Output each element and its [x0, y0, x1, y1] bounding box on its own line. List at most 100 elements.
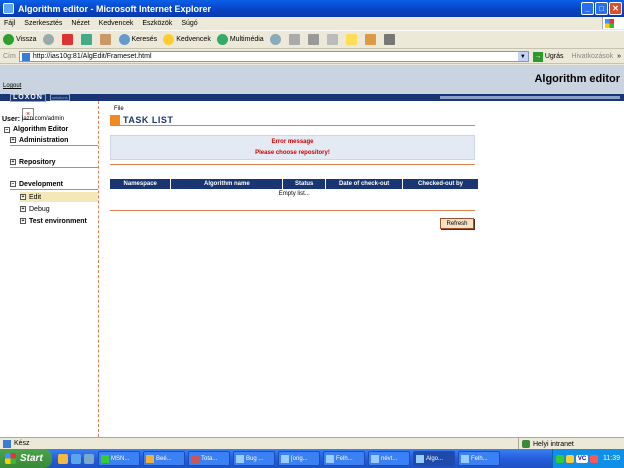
ie-icon	[371, 454, 379, 463]
taskbar-item-active[interactable]: Algo...	[413, 451, 455, 466]
taskbar-item[interactable]: Felh...	[323, 451, 365, 466]
taskbar-item[interactable]: Felh...	[458, 451, 500, 466]
sidebar-item-development[interactable]: − Development	[10, 179, 98, 190]
print-icon	[307, 34, 319, 45]
ie-quicklaunch-icon[interactable]	[71, 453, 81, 464]
plus-icon[interactable]: +	[20, 194, 26, 200]
page-status-icon	[3, 439, 11, 448]
folder-button[interactable]	[345, 34, 359, 45]
menu-tools[interactable]: Eszközök	[142, 20, 172, 27]
ie-icon	[281, 454, 289, 463]
taskbar-item[interactable]: Beé...	[143, 451, 185, 466]
page-icon	[21, 52, 30, 61]
msn-icon	[101, 454, 109, 463]
links-button[interactable]: Hivatkozások	[572, 53, 614, 60]
clock[interactable]: 11:39	[603, 455, 620, 462]
plus-icon[interactable]: +	[20, 218, 26, 224]
menu-favorites[interactable]: Kedvencek	[99, 20, 134, 27]
main-panel: File TASK LIST Error message Please choo…	[110, 101, 480, 437]
address-url: http://ias10g:81/AlgEdit/Frameset.html	[32, 53, 152, 60]
minus-icon[interactable]: −	[10, 181, 16, 187]
error-box: Error message Please choose repository!	[110, 135, 475, 160]
sidebar-item-administration[interactable]: + Administration	[10, 135, 98, 146]
mail-button[interactable]	[288, 34, 302, 45]
sidebar-item-test-environment[interactable]: + Test environment	[20, 216, 98, 226]
section-heading: TASK LIST	[110, 115, 475, 126]
page-content: Logout Algorithm editor LOXON solutions …	[0, 65, 624, 437]
chevron-down-icon[interactable]: ▼	[517, 52, 528, 61]
start-button[interactable]: Start	[0, 449, 52, 468]
tray-icon[interactable]	[566, 454, 574, 463]
address-label: Cím	[3, 53, 16, 60]
minimize-button[interactable]: _	[581, 2, 594, 15]
discuss-button[interactable]	[364, 34, 378, 45]
discuss-icon	[364, 34, 376, 45]
user-value: jazn.com/admin	[22, 116, 65, 122]
chevron-right-icon[interactable]: »	[617, 53, 621, 60]
plus-icon[interactable]: +	[20, 206, 26, 212]
brand-bar: LOXON solutions	[0, 93, 624, 102]
go-button[interactable]: → Ugrás	[532, 51, 564, 62]
taskbar-item[interactable]: Bug ...	[233, 451, 275, 466]
minus-icon[interactable]: −	[4, 126, 10, 133]
taskbar-item[interactable]: Tota...	[188, 451, 230, 466]
column-checked-out-by[interactable]: Checked-out by	[402, 179, 479, 189]
back-button[interactable]: Vissza	[3, 34, 37, 45]
page-title: TASK LIST	[123, 115, 174, 125]
tree-root[interactable]: − Algorithm Editor	[4, 126, 68, 133]
app-header: Logout Algorithm editor	[0, 65, 624, 94]
search-button[interactable]: Keresés	[118, 34, 157, 45]
file-menu[interactable]: File	[114, 106, 124, 112]
column-algorithm-name[interactable]: Algorithm name	[170, 179, 284, 189]
refresh-page-button[interactable]	[80, 34, 94, 45]
sidebar: × User: jazn.com/admin − Algorithm Edito…	[0, 101, 99, 437]
messenger-button[interactable]	[383, 34, 397, 45]
stop-button[interactable]	[61, 34, 75, 45]
forward-button[interactable]	[42, 34, 56, 45]
media-button[interactable]: Multimédia	[216, 34, 264, 45]
logout-link[interactable]: Logout	[3, 83, 21, 89]
tray-icon[interactable]	[556, 454, 564, 463]
menu-help[interactable]: Súgó	[181, 20, 197, 27]
app-icon	[191, 454, 199, 463]
quicklaunch-icon[interactable]	[58, 453, 68, 464]
taskbar-item[interactable]: névt...	[368, 451, 410, 466]
column-checkout-date[interactable]: Date of check-out	[325, 179, 404, 189]
close-button[interactable]: ✕	[609, 2, 622, 15]
refresh-button[interactable]: Refresh	[440, 218, 474, 229]
menu-edit[interactable]: Szerkesztés	[24, 20, 62, 27]
desktop-icon[interactable]	[84, 453, 94, 464]
taskbar: Start MSN... Beé... Tota... Bug ... [ori…	[0, 449, 624, 468]
divider	[110, 164, 475, 165]
maximize-button[interactable]: □	[595, 2, 608, 15]
address-input[interactable]: http://ias10g:81/AlgEdit/Frameset.html ▼	[18, 51, 529, 62]
quick-launch	[58, 453, 94, 464]
column-namespace[interactable]: Namespace	[110, 179, 172, 189]
tray-icon[interactable]	[590, 454, 598, 463]
menu-view[interactable]: Nézet	[71, 20, 89, 27]
history-button[interactable]	[269, 34, 283, 45]
sidebar-item-edit[interactable]: + Edit	[20, 192, 98, 202]
sidebar-item-repository[interactable]: + Repository	[10, 157, 98, 168]
divider	[110, 210, 475, 211]
folder-icon	[345, 34, 357, 45]
window-title: Algorithm editor - Microsoft Internet Ex…	[18, 3, 212, 14]
star-icon	[163, 34, 175, 45]
menu-file[interactable]: Fájl	[4, 20, 15, 27]
language-indicator[interactable]: VC	[576, 454, 588, 463]
plus-icon[interactable]: +	[10, 137, 16, 143]
media-icon	[216, 34, 228, 45]
edit-button[interactable]	[326, 34, 340, 45]
task-table: Namespace Algorithm name Status Date of …	[110, 179, 479, 199]
taskbar-item[interactable]: MSN...	[98, 451, 140, 466]
home-button[interactable]	[99, 34, 113, 45]
ie-icon	[236, 454, 244, 463]
window-title-bar[interactable]: Algorithm editor - Microsoft Internet Ex…	[0, 0, 624, 17]
status-bar: Kész Helyi intranet	[0, 437, 624, 450]
sidebar-item-debug[interactable]: + Debug	[20, 204, 98, 214]
favorites-button[interactable]: Kedvencek	[163, 34, 211, 45]
taskbar-item[interactable]: [orig...	[278, 451, 320, 466]
plus-icon[interactable]: +	[10, 159, 16, 165]
column-status[interactable]: Status	[282, 179, 327, 189]
print-button[interactable]	[307, 34, 321, 45]
